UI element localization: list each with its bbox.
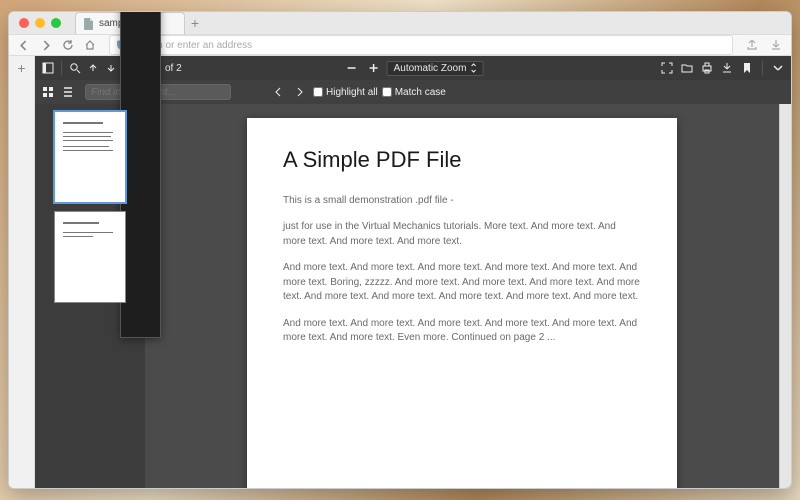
open-file-button[interactable] xyxy=(678,59,696,77)
address-bar[interactable]: Search or enter an address xyxy=(109,35,733,55)
paragraph: This is a small demonstration .pdf file … xyxy=(283,194,641,209)
chevron-updown-icon xyxy=(470,63,476,73)
tools-button[interactable] xyxy=(769,59,787,77)
pdf-page-1: A Simple PDF File This is a small demons… xyxy=(247,118,677,489)
new-tab-side-button[interactable]: + xyxy=(17,60,25,76)
paragraph: just for use in the Virtual Mechanics tu… xyxy=(283,220,641,249)
back-button[interactable] xyxy=(15,36,33,54)
page-count-label: of 2 xyxy=(161,63,186,74)
download-button[interactable] xyxy=(767,36,785,54)
browser-window: sample.pdf + Search or enter an address … xyxy=(8,11,792,489)
find-prev-button[interactable] xyxy=(269,83,287,101)
thumbnail-page-1[interactable] xyxy=(55,112,125,202)
match-case-checkbox[interactable]: Match case xyxy=(382,87,446,98)
thumbnail-page-2[interactable] xyxy=(55,212,125,302)
paragraph: And more text. And more text. And more t… xyxy=(283,317,641,346)
find-next-button[interactable] xyxy=(291,83,309,101)
window-controls xyxy=(9,18,61,28)
print-button[interactable] xyxy=(698,59,716,77)
highlight-all-checkbox[interactable]: Highlight all xyxy=(313,87,378,98)
reload-button[interactable] xyxy=(59,36,77,54)
vertical-tab-strip: + xyxy=(9,56,35,489)
document-title: A Simple PDF File xyxy=(283,144,641,176)
minimize-window-button[interactable] xyxy=(35,18,45,28)
page-number-input[interactable] xyxy=(120,11,161,338)
thumbnail-view-button[interactable] xyxy=(39,83,57,101)
vertical-scrollbar[interactable] xyxy=(779,104,791,489)
home-button[interactable] xyxy=(81,36,99,54)
toggle-sidebar-button[interactable] xyxy=(39,59,57,77)
pdf-viewer: of 2 Automatic Zoom xyxy=(35,56,791,489)
prev-page-button[interactable] xyxy=(84,59,102,77)
bookmark-button[interactable] xyxy=(738,59,756,77)
fullscreen-button[interactable] xyxy=(658,59,676,77)
content-area: + of 2 Automatic Zoom xyxy=(9,56,791,489)
download-pdf-button[interactable] xyxy=(718,59,736,77)
share-button[interactable] xyxy=(743,36,761,54)
page-pane[interactable]: A Simple PDF File This is a small demons… xyxy=(145,104,779,489)
maximize-window-button[interactable] xyxy=(51,18,61,28)
paragraph: And more text. And more text. And more t… xyxy=(283,261,641,305)
new-tab-button[interactable]: + xyxy=(185,15,205,31)
zoom-select[interactable]: Automatic Zoom xyxy=(387,61,484,76)
zoom-in-button[interactable] xyxy=(365,59,383,77)
outline-view-button[interactable] xyxy=(59,83,77,101)
find-button[interactable] xyxy=(66,59,84,77)
forward-button[interactable] xyxy=(37,36,55,54)
close-window-button[interactable] xyxy=(19,18,29,28)
zoom-out-button[interactable] xyxy=(343,59,361,77)
pdf-toolbar: of 2 Automatic Zoom xyxy=(35,56,791,80)
next-page-button[interactable] xyxy=(102,59,120,77)
pdf-file-icon xyxy=(84,18,94,30)
zoom-label: Automatic Zoom xyxy=(394,63,467,74)
